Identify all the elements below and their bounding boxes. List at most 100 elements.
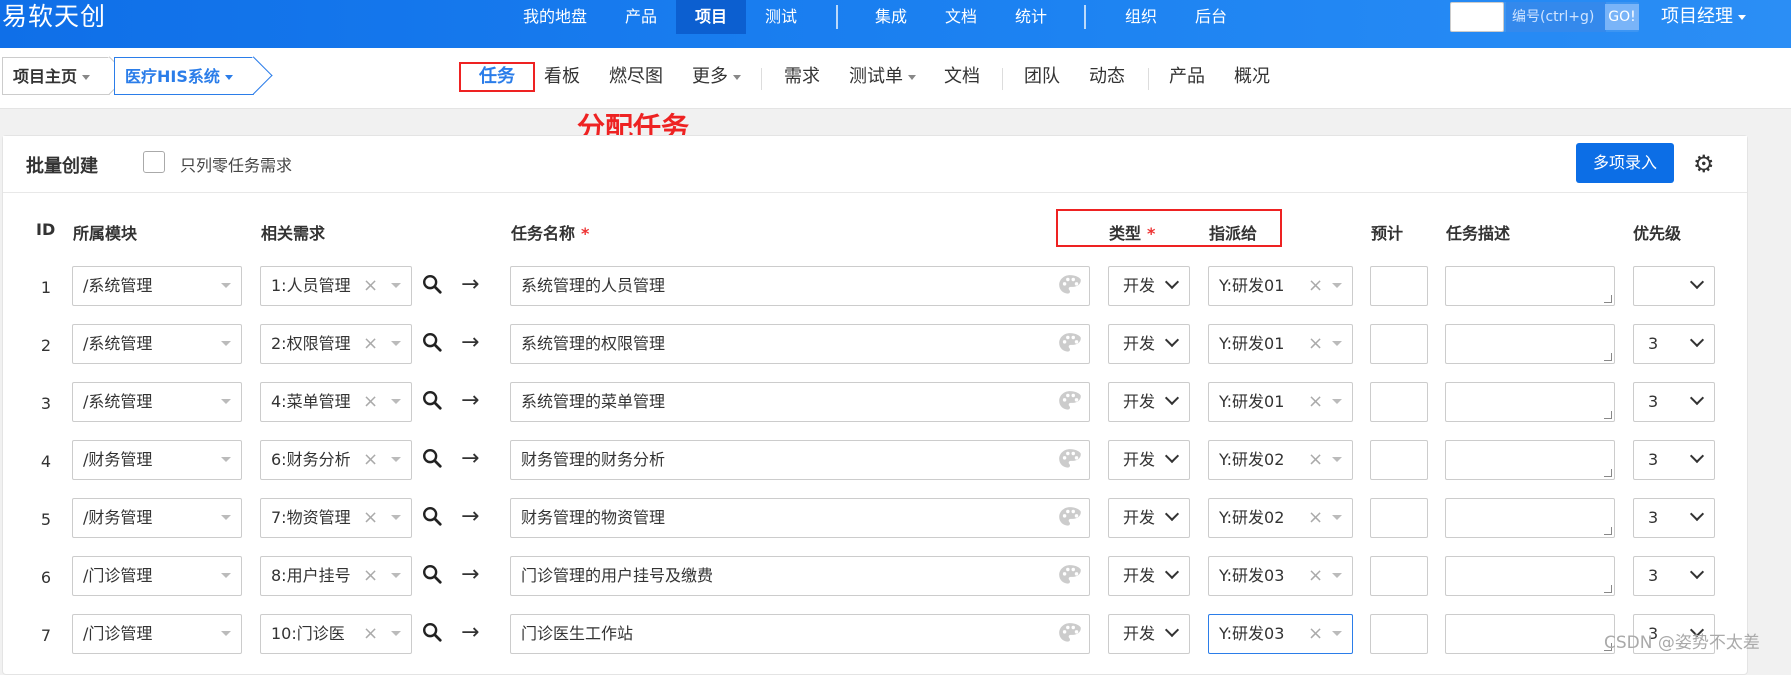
- arrow-right-icon[interactable]: →: [461, 504, 479, 529]
- clear-icon[interactable]: ×: [363, 499, 378, 537]
- assignee-select[interactable]: Y:研发03 ×: [1208, 614, 1353, 654]
- description-textarea[interactable]: [1445, 614, 1615, 654]
- nav-integration[interactable]: 集成: [858, 0, 924, 34]
- type-select[interactable]: 开发: [1108, 440, 1190, 480]
- tab-product[interactable]: 产品: [1169, 62, 1205, 92]
- type-select[interactable]: 开发: [1108, 614, 1190, 654]
- priority-select[interactable]: 3: [1633, 324, 1715, 364]
- module-select[interactable]: /系统管理: [72, 382, 242, 422]
- description-textarea[interactable]: [1445, 440, 1615, 480]
- assignee-select[interactable]: Y:研发01 ×: [1208, 324, 1353, 364]
- arrow-right-icon[interactable]: →: [461, 562, 479, 587]
- estimate-input[interactable]: [1370, 556, 1428, 596]
- description-textarea[interactable]: [1445, 266, 1615, 306]
- nav-project[interactable]: 项目: [676, 0, 746, 34]
- nav-product[interactable]: 产品: [608, 0, 674, 34]
- estimate-input[interactable]: [1370, 266, 1428, 306]
- clear-icon[interactable]: ×: [1308, 615, 1323, 653]
- estimate-input[interactable]: [1370, 614, 1428, 654]
- type-select[interactable]: 开发: [1108, 382, 1190, 422]
- user-menu[interactable]: 项目经理: [1661, 0, 1746, 34]
- priority-select[interactable]: [1633, 266, 1715, 306]
- nav-org[interactable]: 组织: [1108, 0, 1174, 34]
- nav-test[interactable]: 测试: [746, 0, 816, 34]
- story-select[interactable]: 7:物资管理 ×: [260, 498, 412, 538]
- search-icon[interactable]: [421, 505, 443, 527]
- assignee-select[interactable]: Y:研发01 ×: [1208, 266, 1353, 306]
- tab-doc[interactable]: 文档: [944, 62, 980, 92]
- clear-icon[interactable]: ×: [363, 557, 378, 595]
- search-icon[interactable]: [421, 447, 443, 469]
- zero-task-checkbox[interactable]: [143, 151, 165, 173]
- type-select[interactable]: 开发: [1108, 556, 1190, 596]
- task-name-input[interactable]: 系统管理的人员管理: [510, 266, 1090, 306]
- tab-team[interactable]: 团队: [1024, 62, 1060, 92]
- description-textarea[interactable]: [1445, 382, 1615, 422]
- arrow-right-icon[interactable]: →: [461, 272, 479, 297]
- priority-select[interactable]: 3: [1633, 498, 1715, 538]
- clear-icon[interactable]: ×: [1308, 267, 1323, 305]
- nav-doc[interactable]: 文档: [928, 0, 994, 34]
- breadcrumb-home[interactable]: 项目主页: [2, 56, 129, 95]
- description-textarea[interactable]: [1445, 556, 1615, 596]
- module-select[interactable]: /财务管理: [72, 498, 242, 538]
- palette-icon[interactable]: [1057, 505, 1083, 531]
- tab-task[interactable]: 任务: [459, 62, 535, 92]
- description-textarea[interactable]: [1445, 324, 1615, 364]
- nav-my[interactable]: 我的地盘: [512, 0, 598, 34]
- palette-icon[interactable]: [1057, 621, 1083, 647]
- multi-input-button[interactable]: 多项录入: [1576, 143, 1674, 183]
- tab-testtask[interactable]: 测试单: [849, 62, 916, 92]
- search-icon[interactable]: [421, 389, 443, 411]
- type-select[interactable]: 开发: [1108, 498, 1190, 538]
- assignee-select[interactable]: Y:研发02 ×: [1208, 498, 1353, 538]
- story-select[interactable]: 2:权限管理 ×: [260, 324, 412, 364]
- clear-icon[interactable]: ×: [363, 267, 378, 305]
- assignee-select[interactable]: Y:研发01 ×: [1208, 382, 1353, 422]
- priority-select[interactable]: 3: [1633, 382, 1715, 422]
- tab-overview[interactable]: 概况: [1234, 62, 1270, 92]
- search-input[interactable]: 编号(ctrl+g): [1506, 2, 1606, 32]
- clear-icon[interactable]: ×: [363, 383, 378, 421]
- tab-kanban[interactable]: 看板: [544, 62, 580, 92]
- story-select[interactable]: 1:人员管理 ×: [260, 266, 412, 306]
- clear-icon[interactable]: ×: [1308, 441, 1323, 479]
- arrow-right-icon[interactable]: →: [461, 446, 479, 471]
- task-name-input[interactable]: 系统管理的菜单管理: [510, 382, 1090, 422]
- task-name-input[interactable]: 系统管理的权限管理: [510, 324, 1090, 364]
- tab-more[interactable]: 更多: [692, 62, 741, 92]
- search-icon[interactable]: [421, 621, 443, 643]
- task-name-input[interactable]: 财务管理的财务分析: [510, 440, 1090, 480]
- task-name-input[interactable]: 门诊医生工作站: [510, 614, 1090, 654]
- estimate-input[interactable]: [1370, 440, 1428, 480]
- clear-icon[interactable]: ×: [1308, 383, 1323, 421]
- type-select[interactable]: 开发: [1108, 266, 1190, 306]
- gear-icon[interactable]: ⚙: [1693, 150, 1715, 178]
- palette-icon[interactable]: [1057, 447, 1083, 473]
- task-name-input[interactable]: 财务管理的物资管理: [510, 498, 1090, 538]
- search-go-button[interactable]: GO!: [1605, 4, 1639, 30]
- breadcrumb-project[interactable]: 医疗HIS系统: [114, 56, 273, 95]
- story-select[interactable]: 8:用户挂号 ×: [260, 556, 412, 596]
- estimate-input[interactable]: [1370, 498, 1428, 538]
- search-icon[interactable]: [421, 331, 443, 353]
- zero-task-label[interactable]: 只列零任务需求: [180, 152, 292, 176]
- type-select[interactable]: 开发: [1108, 324, 1190, 364]
- story-select[interactable]: 10:门诊医 ×: [260, 614, 412, 654]
- estimate-input[interactable]: [1370, 324, 1428, 364]
- task-name-input[interactable]: 门诊管理的用户挂号及缴费: [510, 556, 1090, 596]
- module-select[interactable]: /系统管理: [72, 266, 242, 306]
- story-select[interactable]: 6:财务分析 ×: [260, 440, 412, 480]
- nav-stats[interactable]: 统计: [998, 0, 1064, 34]
- tab-story[interactable]: 需求: [784, 62, 820, 92]
- palette-icon[interactable]: [1057, 331, 1083, 357]
- tab-dynamic[interactable]: 动态: [1089, 62, 1125, 92]
- story-select[interactable]: 4:菜单管理 ×: [260, 382, 412, 422]
- clear-icon[interactable]: ×: [363, 441, 378, 479]
- priority-select[interactable]: 3: [1633, 556, 1715, 596]
- clear-icon[interactable]: ×: [1308, 325, 1323, 363]
- tab-burndown[interactable]: 燃尽图: [609, 62, 663, 92]
- nav-admin[interactable]: 后台: [1178, 0, 1244, 34]
- assignee-select[interactable]: Y:研发03 ×: [1208, 556, 1353, 596]
- module-select[interactable]: /门诊管理: [72, 614, 242, 654]
